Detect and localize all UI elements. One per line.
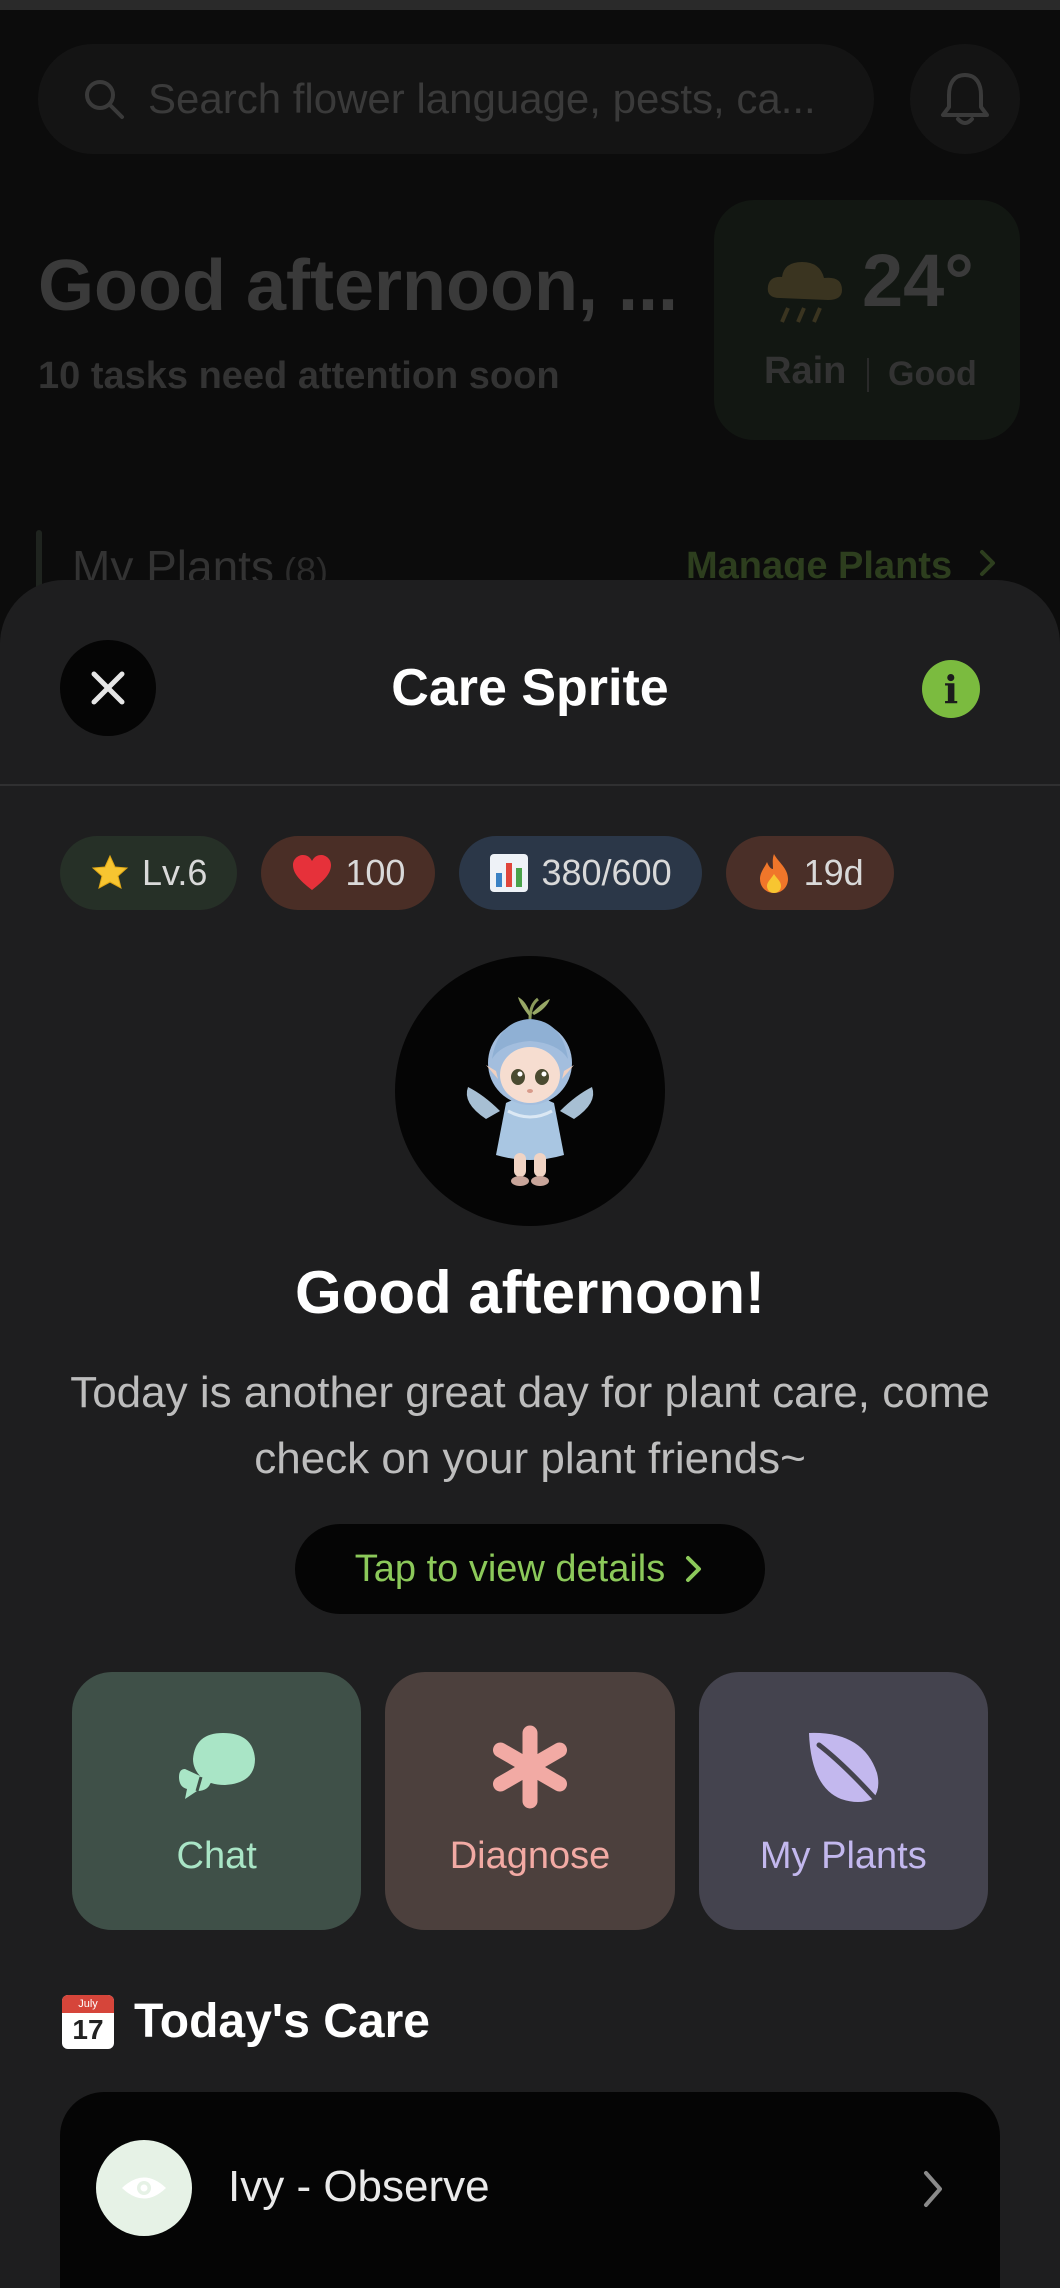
chevron-right-icon xyxy=(979,550,995,576)
calendar-icon: July 17 xyxy=(62,1994,114,2049)
my-plants-label: My Plants xyxy=(759,1834,927,1877)
status-strip xyxy=(0,0,1060,10)
sprite-message: Today is another great day for plant car… xyxy=(70,1368,990,1483)
rain-cloud-icon xyxy=(767,262,842,323)
level-badge: Lv.6 xyxy=(60,836,238,910)
view-details-label: Tap to view details xyxy=(354,1547,666,1590)
weather-temperature: 24° xyxy=(862,239,974,322)
health-badge: 100 xyxy=(261,836,436,910)
streak-value: 19d xyxy=(803,852,864,893)
chevron-right-icon xyxy=(686,1556,702,1582)
header-divider xyxy=(0,784,1060,786)
sprite-avatar[interactable] xyxy=(395,956,665,1226)
eye-icon xyxy=(122,2177,166,2199)
chat-label: Chat xyxy=(176,1834,257,1877)
info-icon: i xyxy=(943,666,959,712)
star-icon xyxy=(90,853,130,893)
leaf-icon xyxy=(809,1732,882,1805)
sheet-title: Care Sprite xyxy=(391,659,669,717)
weather-divider xyxy=(867,358,869,392)
app-screen: Search flower language, pests, ca... Goo… xyxy=(0,0,1060,2288)
my-plants-button[interactable]: My Plants xyxy=(698,1672,988,1930)
todays-care-header: July 17 Today's Care xyxy=(62,1994,430,2049)
streak-badge: 19d xyxy=(725,836,894,910)
sprite-greeting: Good afternoon! xyxy=(295,1259,765,1326)
diagnose-label: Diagnose xyxy=(449,1834,611,1877)
calendar-month: July xyxy=(62,1994,114,2013)
chat-button[interactable]: Chat xyxy=(72,1672,362,1930)
bell-icon xyxy=(941,73,989,125)
fire-icon xyxy=(756,852,792,894)
health-value: 100 xyxy=(345,852,406,893)
home-background: Search flower language, pests, ca... Goo… xyxy=(0,10,1060,610)
calendar-day: 17 xyxy=(72,2013,104,2045)
weather-condition: Rain xyxy=(764,350,847,392)
diagnose-button[interactable]: Diagnose xyxy=(385,1672,675,1930)
sprite-character-image xyxy=(466,997,594,1186)
quick-actions: Chat Diagnose My Plants xyxy=(72,1672,988,1930)
heart-icon xyxy=(291,854,333,892)
search-icon xyxy=(85,80,124,119)
stats-row: Lv.6 100 380/600 19d xyxy=(60,836,894,910)
weather-quality: Good xyxy=(888,355,977,393)
asterisk-icon xyxy=(492,1725,567,1808)
bar-chart-icon xyxy=(489,853,529,893)
task-icon-circle xyxy=(96,2140,192,2236)
xp-badge: 380/600 xyxy=(459,836,702,910)
care-task-item[interactable]: Ivy - Observe xyxy=(60,2092,1000,2288)
level-value: Lv.6 xyxy=(142,852,208,893)
task-label: Ivy - Observe xyxy=(228,2162,490,2211)
home-greeting: Good afternoon, ... xyxy=(38,246,678,326)
tasks-notice: 10 tasks need attention soon xyxy=(38,355,560,397)
info-button[interactable]: i xyxy=(922,660,980,718)
weather-card[interactable]: 24° Rain Good xyxy=(714,200,1020,440)
care-sprite-sheet: Care Sprite i Lv.6 100 380/600 19d Good … xyxy=(0,580,1060,2288)
chevron-right-icon xyxy=(924,2171,942,2207)
chat-bubbles-icon xyxy=(178,1732,255,1799)
view-details-button[interactable]: Tap to view details xyxy=(295,1524,765,1614)
todays-care-title: Today's Care xyxy=(134,1995,430,2048)
search-bar[interactable]: Search flower language, pests, ca... xyxy=(38,44,874,154)
search-placeholder: Search flower language, pests, ca... xyxy=(148,75,816,122)
notification-button[interactable] xyxy=(910,44,1020,154)
xp-value: 380/600 xyxy=(541,852,672,893)
